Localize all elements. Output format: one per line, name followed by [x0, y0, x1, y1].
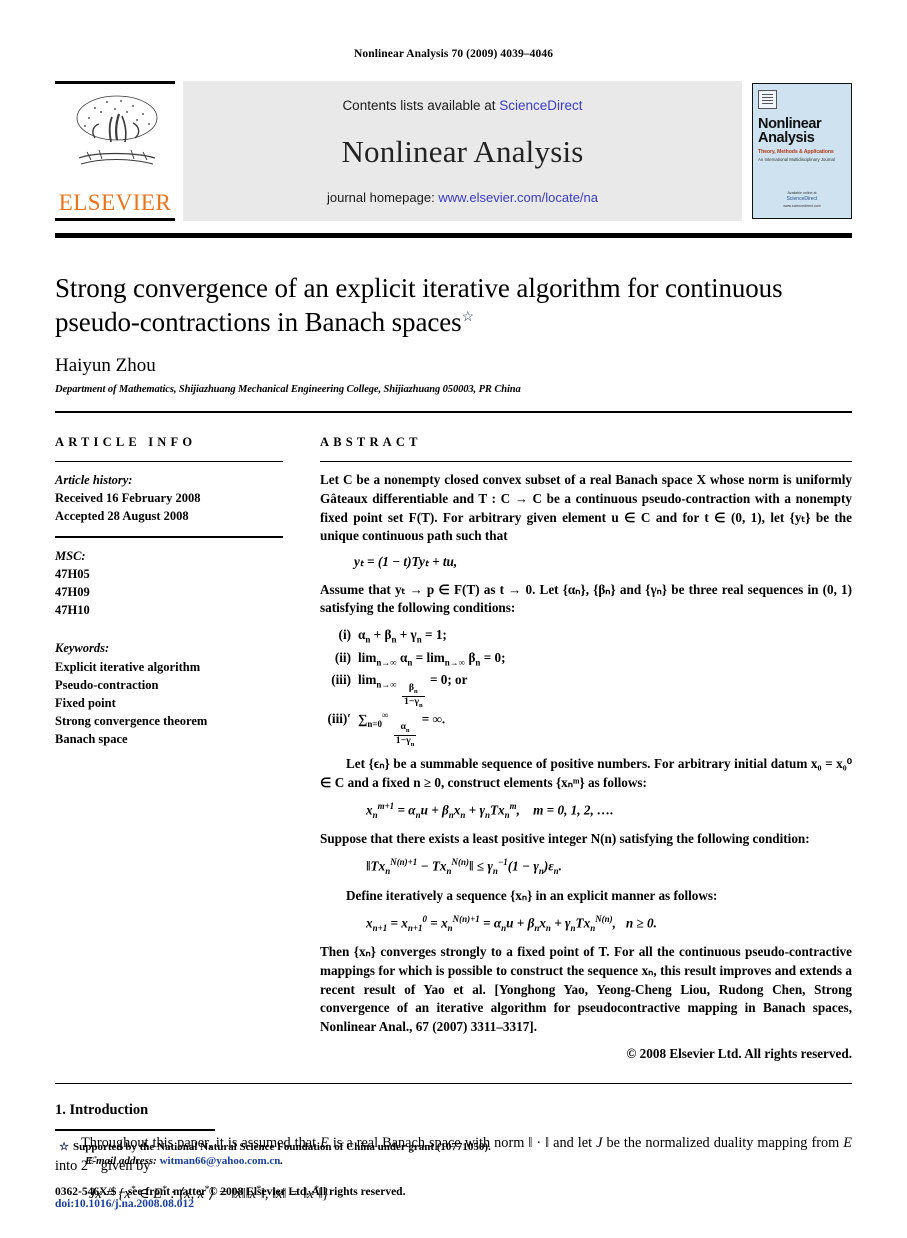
- abstract-paragraph-1: Let C be a nonempty closed convex subset…: [320, 472, 852, 544]
- article-history-accepted: Accepted 28 August 2008: [55, 509, 189, 524]
- article-page: Nonlinear Analysis 70 (2009) 4039–4046 E…: [0, 0, 907, 1238]
- abstract-paragraph-3: Let {ϵₙ} be a summable sequence of posit…: [320, 756, 852, 790]
- msc-code-1: 47H05: [55, 567, 90, 582]
- article-history-received: Received 16 February 2008: [55, 491, 201, 506]
- article-history-group: Article history: Received 16 February 20…: [55, 471, 283, 525]
- keyword-item: Explicit iterative algorithm: [55, 659, 201, 674]
- abstract-copyright: © 2008 Elsevier Ltd. All rights reserved…: [626, 1045, 852, 1061]
- condition-text: limn→∞ βn 1−γn = 0; or: [358, 672, 468, 709]
- journal-homepage-link[interactable]: www.elsevier.com/locate/na: [438, 190, 598, 205]
- author-name: Haiyun Zhou: [55, 355, 156, 377]
- title-footnote-marker[interactable]: ☆: [462, 310, 475, 325]
- keyword-item: Pseudo-contraction: [55, 677, 159, 692]
- issn-copyright-line: 0362-546X/$ – see front matter © 2008 El…: [55, 1186, 406, 1198]
- homepage-prefix: journal homepage:: [327, 190, 439, 205]
- author-affiliation: Department of Mathematics, Shijiazhuang …: [55, 384, 521, 396]
- abstract-equation-4: xn+1 = xn+10 = xnN(n)+1 = αnu + βnxn + γ…: [366, 913, 657, 933]
- info-abstract-columns: ARTICLE INFO Article history: Received 1…: [55, 435, 852, 1064]
- title-block: Strong convergence of an explicit iterat…: [55, 238, 852, 395]
- contents-prefix: Contents lists available at: [342, 98, 500, 113]
- abstract-paragraph-4: Suppose that there exists a least positi…: [320, 831, 810, 847]
- msc-code-3: 47H10: [55, 603, 90, 618]
- introduction-heading: 1. Introduction: [55, 1102, 149, 1119]
- page-title: Strong convergence of an explicit iterat…: [55, 271, 852, 339]
- abstract-column: ABSTRACT Let C be a nonempty closed conv…: [320, 435, 852, 1064]
- footnote-grant: ☆ Supported by the National Natural Scie…: [55, 1139, 852, 1156]
- cover-journal-title: Nonlinear Analysis: [758, 116, 822, 147]
- article-info-rule: [55, 460, 283, 463]
- doi-link[interactable]: doi:10.1016/j.na.2008.08.012: [55, 1198, 852, 1210]
- condition-text: αn + βn + γn = 1;: [358, 627, 447, 645]
- keywords-label: Keywords:: [55, 641, 110, 656]
- article-history-label: Article history:: [55, 473, 133, 488]
- footnote-star-icon: ☆: [59, 1140, 69, 1153]
- abstract-heading: ABSTRACT: [320, 434, 422, 449]
- list-item: (i) αn + βn + γn = 1;: [320, 625, 852, 648]
- email-label: E-mail address:: [85, 1155, 157, 1167]
- cover-footer: Available online at ScienceDirect www.sc…: [753, 191, 851, 209]
- footnote-rule: [55, 1129, 215, 1131]
- title-divider: [55, 411, 852, 413]
- email-link[interactable]: witman66@yahoo.com.cn: [160, 1155, 281, 1167]
- abstract-paragraph-6: Then {xₙ} converges strongly to a fixed …: [320, 944, 852, 1035]
- condition-number: (iii)′: [327, 711, 351, 727]
- elsevier-tree-icon: [65, 90, 165, 182]
- msc-label: MSC:: [55, 548, 86, 563]
- msc-group: MSC: 47H05 47H09 47H10: [55, 547, 283, 620]
- cover-subtitle: Theory, Methods & Applications: [758, 149, 834, 156]
- abstract-body: Let C be a nonempty closed convex subset…: [320, 471, 852, 1064]
- abstract-paragraph-5: Define iteratively a sequence {xₙ} in an…: [346, 887, 718, 903]
- elsevier-badge-icon: [758, 90, 777, 109]
- condition-text: limn→∞ αn = limn→∞ βn = 0;: [358, 649, 506, 668]
- keyword-item: Fixed point: [55, 695, 116, 710]
- keywords-group: Keywords: Explicit iterative algorithm P…: [55, 639, 283, 748]
- footnote-email-line: E-mail address: witman66@yahoo.com.cn.: [85, 1155, 852, 1167]
- title-line-2: pseudo-contractions in Banach spaces: [55, 307, 462, 338]
- list-item: (ii) limn→∞ αn = limn→∞ βn = 0;: [320, 648, 852, 671]
- email-suffix: .: [280, 1155, 284, 1167]
- cover-subtitle-secondary: An International Multidisciplinary Journ…: [758, 157, 835, 163]
- elsevier-logo-block: ELSEVIER: [55, 81, 175, 221]
- msc-code-2: 47H09: [55, 585, 90, 600]
- journal-cover-thumbnail: Nonlinear Analysis Theory, Methods & App…: [752, 83, 852, 219]
- keyword-item: Banach space: [55, 732, 128, 747]
- abstract-equation-1: yₜ = (1 − t)Tyₜ + tu,: [354, 553, 458, 569]
- journal-banner-panel: Contents lists available at ScienceDirec…: [183, 81, 742, 221]
- keyword-item: Strong convergence theorem: [55, 713, 208, 728]
- condition-number: (ii): [334, 649, 351, 665]
- journal-title: Nonlinear Analysis: [341, 133, 584, 169]
- msc-rule: [55, 536, 283, 538]
- elsevier-wordmark: ELSEVIER: [58, 190, 172, 215]
- condition-text: ∑n=0∞ αn 1−γn = ∞.: [358, 710, 446, 749]
- keywords-spacer: [55, 625, 283, 639]
- title-line-1: Strong convergence of an explicit iterat…: [55, 273, 783, 303]
- footnote-grant-text: Supported by the National Natural Scienc…: [73, 1140, 491, 1153]
- abstract-paragraph-2: Assume that yₜ → p ∈ F(T) as t → 0. Let …: [320, 581, 852, 616]
- journal-homepage-line: journal homepage: www.elsevier.com/locat…: [327, 190, 598, 205]
- cover-sciencedirect-logo: ScienceDirect: [786, 196, 818, 203]
- journal-banner: ELSEVIER Contents lists available at Sci…: [55, 81, 852, 221]
- cover-footer-line2: www.sciencedirect.com: [783, 203, 821, 208]
- abstract-rule: [320, 460, 852, 463]
- introduction-divider: [55, 1082, 852, 1085]
- abstract-equation-3: ‖TxnN(n)+1 − TxnN(n)‖ ≤ γn−1(1 − γn)εn.: [366, 857, 562, 877]
- sciencedirect-link[interactable]: ScienceDirect: [499, 98, 582, 113]
- article-info-heading: ARTICLE INFO: [55, 434, 197, 449]
- abstract-conditions-list: (i) αn + βn + γn = 1; (ii) limn→∞ αn = l…: [320, 625, 852, 749]
- contents-lists-line: Contents lists available at ScienceDirec…: [342, 98, 582, 113]
- running-head: Nonlinear Analysis 70 (2009) 4039–4046: [353, 48, 554, 60]
- condition-number: (i): [338, 627, 351, 643]
- abstract-equation-2: xnm+1 = αnu + βnxn + γnTxnm, m = 0, 1, 2…: [366, 800, 614, 820]
- list-item: (iii) limn→∞ βn 1−γn = 0; or: [320, 670, 852, 709]
- page-footer: ☆ Supported by the National Natural Scie…: [55, 1129, 852, 1210]
- condition-number: (iii): [331, 672, 351, 688]
- list-item: (iii)′ ∑n=0∞ αn 1−γn = ∞.: [320, 709, 852, 749]
- article-info-column: ARTICLE INFO Article history: Received 1…: [55, 435, 283, 1064]
